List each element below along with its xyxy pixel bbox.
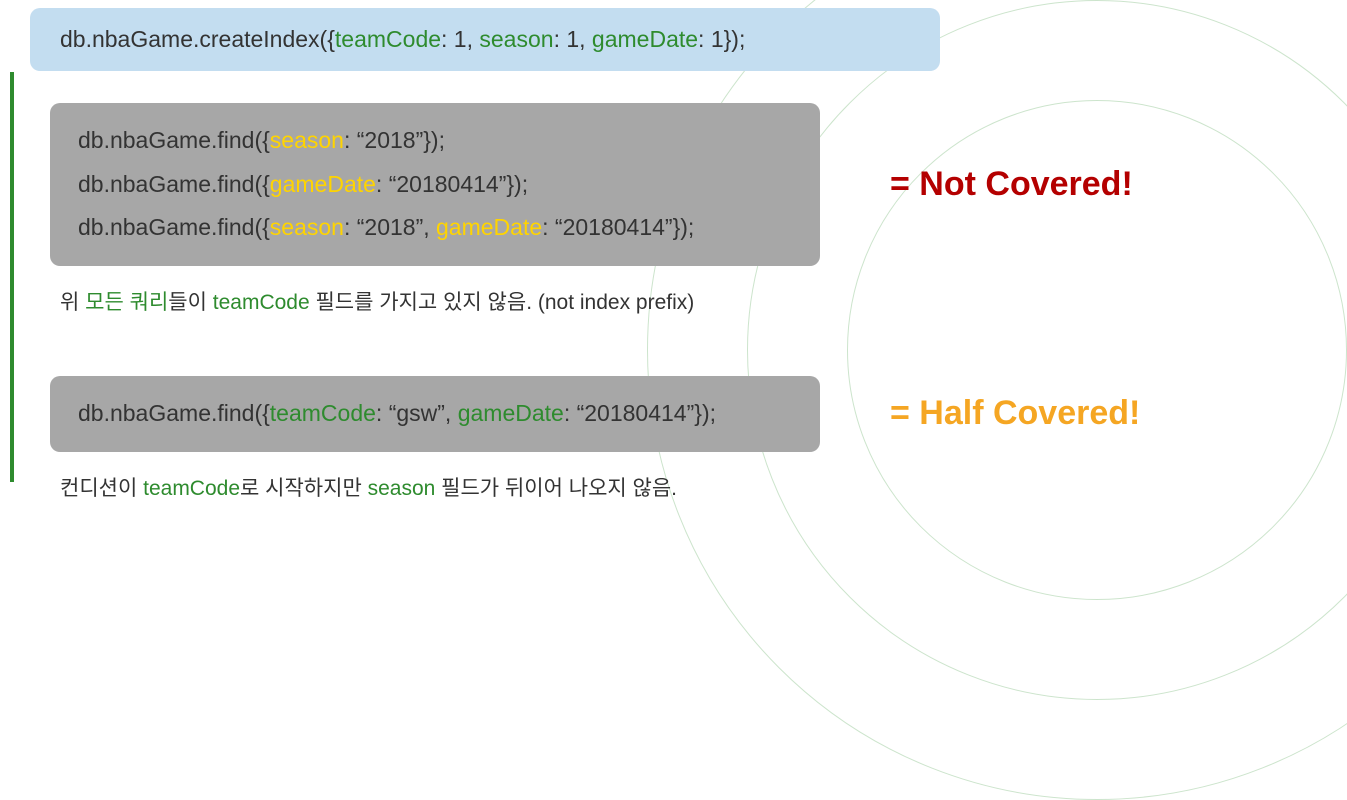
code-text: : “20180414”}); — [542, 214, 694, 240]
slide-content: db.nbaGame.createIndex({teamCode: 1, sea… — [0, 0, 1347, 502]
half-covered-caption: 컨디션이 teamCode로 시작하지만 season 필드가 뒤이어 나오지 … — [60, 472, 1307, 502]
code-text: : “20180414”}); — [376, 171, 528, 197]
vertical-accent-bar — [10, 72, 14, 482]
field-gamedate: gameDate — [270, 171, 376, 197]
caption-text: 컨디션이 — [60, 477, 143, 500]
caption-highlight: teamCode — [143, 477, 240, 500]
half-covered-label: = Half Covered! — [890, 394, 1140, 433]
field-season: season — [479, 26, 553, 52]
code-text: db.nbaGame.find({ — [78, 214, 270, 240]
field-teamcode: teamCode — [270, 400, 376, 426]
code-text: db.nbaGame.find({ — [78, 400, 270, 426]
half-covered-row: db.nbaGame.find({teamCode: “gsw”, gameDa… — [50, 376, 1307, 452]
caption-text: 위 — [60, 291, 85, 314]
caption-highlight: season — [368, 477, 436, 500]
code-text: db.nbaGame.createIndex({ — [60, 26, 335, 52]
not-covered-caption: 위 모든 쿼리들이 teamCode 필드를 가지고 있지 않음. (not i… — [60, 286, 1307, 316]
code-text: : “gsw”, — [376, 400, 458, 426]
not-covered-code-block: db.nbaGame.find({season: “2018”}); db.nb… — [50, 103, 820, 266]
caption-highlight: teamCode — [213, 291, 310, 314]
code-text: : 1, — [441, 26, 479, 52]
code-line: db.nbaGame.find({season: “2018”, gameDat… — [78, 206, 792, 250]
field-gamedate: gameDate — [592, 26, 698, 52]
caption-text: 들이 — [168, 291, 212, 314]
code-line: db.nbaGame.find({gameDate: “20180414”}); — [78, 163, 792, 207]
caption-text: 필드가 뒤이어 나오지 않음. — [435, 477, 677, 500]
code-text: db.nbaGame.find({ — [78, 127, 270, 153]
field-teamcode: teamCode — [335, 26, 441, 52]
half-covered-code-block: db.nbaGame.find({teamCode: “gsw”, gameDa… — [50, 376, 820, 452]
field-season: season — [270, 127, 344, 153]
code-text: : 1}); — [698, 26, 745, 52]
field-season: season — [270, 214, 344, 240]
code-text: : “2018”, — [344, 214, 436, 240]
code-text: db.nbaGame.find({ — [78, 171, 270, 197]
field-gamedate: gameDate — [436, 214, 542, 240]
code-text: : “20180414”}); — [564, 400, 716, 426]
not-covered-row: db.nbaGame.find({season: “2018”}); db.nb… — [50, 103, 1307, 266]
caption-text: 로 시작하지만 — [240, 477, 368, 500]
create-index-code-block: db.nbaGame.createIndex({teamCode: 1, sea… — [30, 8, 940, 71]
code-text: : 1, — [554, 26, 592, 52]
caption-highlight: 모든 쿼리 — [85, 291, 168, 314]
code-text: : “2018”}); — [344, 127, 445, 153]
caption-text: 필드를 가지고 있지 않음. (not index prefix) — [310, 291, 695, 314]
code-line: db.nbaGame.find({season: “2018”}); — [78, 119, 792, 163]
not-covered-label: = Not Covered! — [890, 165, 1133, 204]
field-gamedate: gameDate — [458, 400, 564, 426]
